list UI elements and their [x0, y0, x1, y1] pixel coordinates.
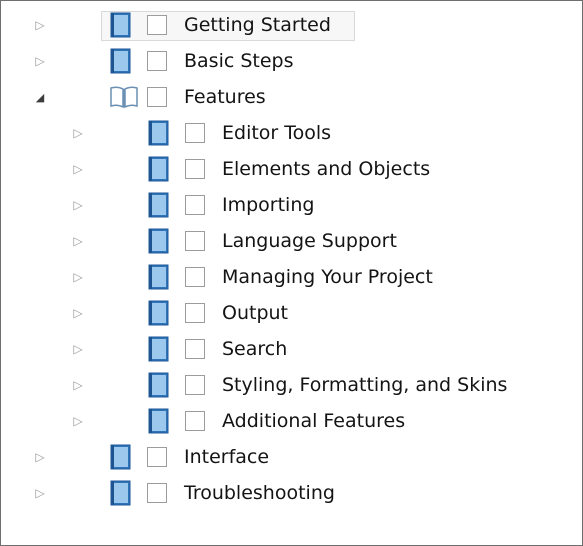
- expand-arrow-right-icon[interactable]: ▷: [33, 17, 47, 33]
- tree-item[interactable]: ▷ Getting Started: [1, 7, 582, 43]
- expand-arrow-right-icon[interactable]: ▷: [71, 305, 85, 321]
- item-checkbox[interactable]: [185, 159, 205, 179]
- item-checkbox[interactable]: [185, 195, 205, 215]
- tree-item-label: Basic Steps: [184, 50, 294, 72]
- item-checkbox[interactable]: [185, 411, 205, 431]
- expand-arrow-right-icon[interactable]: ▷: [71, 269, 85, 285]
- item-checkbox[interactable]: [185, 303, 205, 323]
- toc-tree-panel: ▷ Getting Started ▷ Basic Steps ◢ Features ▷ Ed…: [0, 0, 583, 546]
- item-checkbox[interactable]: [185, 267, 205, 287]
- tree-item-label: Editor Tools: [222, 122, 332, 144]
- book-closed-icon: [147, 408, 171, 434]
- item-checkbox[interactable]: [185, 123, 205, 143]
- book-closed-icon: [147, 192, 171, 218]
- tree-item[interactable]: ▷ Managing Your Project: [1, 259, 582, 295]
- book-closed-icon: [147, 372, 171, 398]
- book-closed-icon: [147, 300, 171, 326]
- book-closed-icon: [147, 228, 171, 254]
- tree-item-label: Managing Your Project: [222, 266, 433, 288]
- tree-item-label: Importing: [222, 194, 315, 216]
- tree-item-label: Interface: [184, 446, 270, 468]
- expand-arrow-right-icon[interactable]: ▷: [71, 197, 85, 213]
- tree-item-label: Elements and Objects: [222, 158, 431, 180]
- tree-item[interactable]: ▷ Additional Features: [1, 403, 582, 439]
- tree-item[interactable]: ▷ Styling, Formatting, and Skins: [1, 367, 582, 403]
- tree-item-label: Output: [222, 302, 288, 324]
- item-checkbox[interactable]: [147, 15, 167, 35]
- expand-arrow-down-icon[interactable]: ◢: [33, 89, 47, 105]
- tree-item[interactable]: ▷ Search: [1, 331, 582, 367]
- tree-item[interactable]: ▷ Basic Steps: [1, 43, 582, 79]
- book-closed-icon: [109, 12, 133, 38]
- expand-arrow-right-icon[interactable]: ▷: [33, 53, 47, 69]
- tree-item[interactable]: ▷ Editor Tools: [1, 115, 582, 151]
- tree-item[interactable]: ▷ Interface: [1, 439, 582, 475]
- book-closed-icon: [147, 336, 171, 362]
- book-closed-icon: [109, 48, 133, 74]
- item-checkbox[interactable]: [185, 231, 205, 251]
- expand-arrow-right-icon[interactable]: ▷: [71, 413, 85, 429]
- tree-item[interactable]: ▷ Language Support: [1, 223, 582, 259]
- book-closed-icon: [109, 480, 133, 506]
- expand-arrow-right-icon[interactable]: ▷: [33, 485, 47, 501]
- tree-item-label: Getting Started: [184, 14, 331, 36]
- tree-item-label: Search: [222, 338, 288, 360]
- toc-tree: ▷ Getting Started ▷ Basic Steps ◢ Features ▷ Ed…: [1, 7, 582, 511]
- expand-arrow-right-icon[interactable]: ▷: [71, 161, 85, 177]
- item-checkbox[interactable]: [147, 483, 167, 503]
- book-closed-icon: [147, 156, 171, 182]
- item-checkbox[interactable]: [147, 87, 167, 107]
- tree-item-label: Troubleshooting: [184, 482, 335, 504]
- item-checkbox[interactable]: [147, 447, 167, 467]
- tree-item-label: Additional Features: [222, 410, 406, 432]
- expand-arrow-right-icon[interactable]: ▷: [71, 125, 85, 141]
- tree-item-label: Styling, Formatting, and Skins: [222, 374, 508, 396]
- expand-arrow-right-icon[interactable]: ▷: [71, 341, 85, 357]
- book-open-icon: [109, 84, 138, 110]
- tree-item-label: Features: [184, 86, 266, 108]
- tree-item[interactable]: ◢ Features: [1, 79, 582, 115]
- tree-item[interactable]: ▷ Importing: [1, 187, 582, 223]
- tree-item[interactable]: ▷ Output: [1, 295, 582, 331]
- expand-arrow-right-icon[interactable]: ▷: [71, 233, 85, 249]
- tree-item[interactable]: ▷ Elements and Objects: [1, 151, 582, 187]
- item-checkbox[interactable]: [185, 375, 205, 395]
- expand-arrow-right-icon[interactable]: ▷: [33, 449, 47, 465]
- item-checkbox[interactable]: [147, 51, 167, 71]
- book-closed-icon: [147, 120, 171, 146]
- book-closed-icon: [147, 264, 171, 290]
- tree-item-label: Language Support: [222, 230, 397, 252]
- tree-item[interactable]: ▷ Troubleshooting: [1, 475, 582, 511]
- book-closed-icon: [109, 444, 133, 470]
- item-checkbox[interactable]: [185, 339, 205, 359]
- expand-arrow-right-icon[interactable]: ▷: [71, 377, 85, 393]
